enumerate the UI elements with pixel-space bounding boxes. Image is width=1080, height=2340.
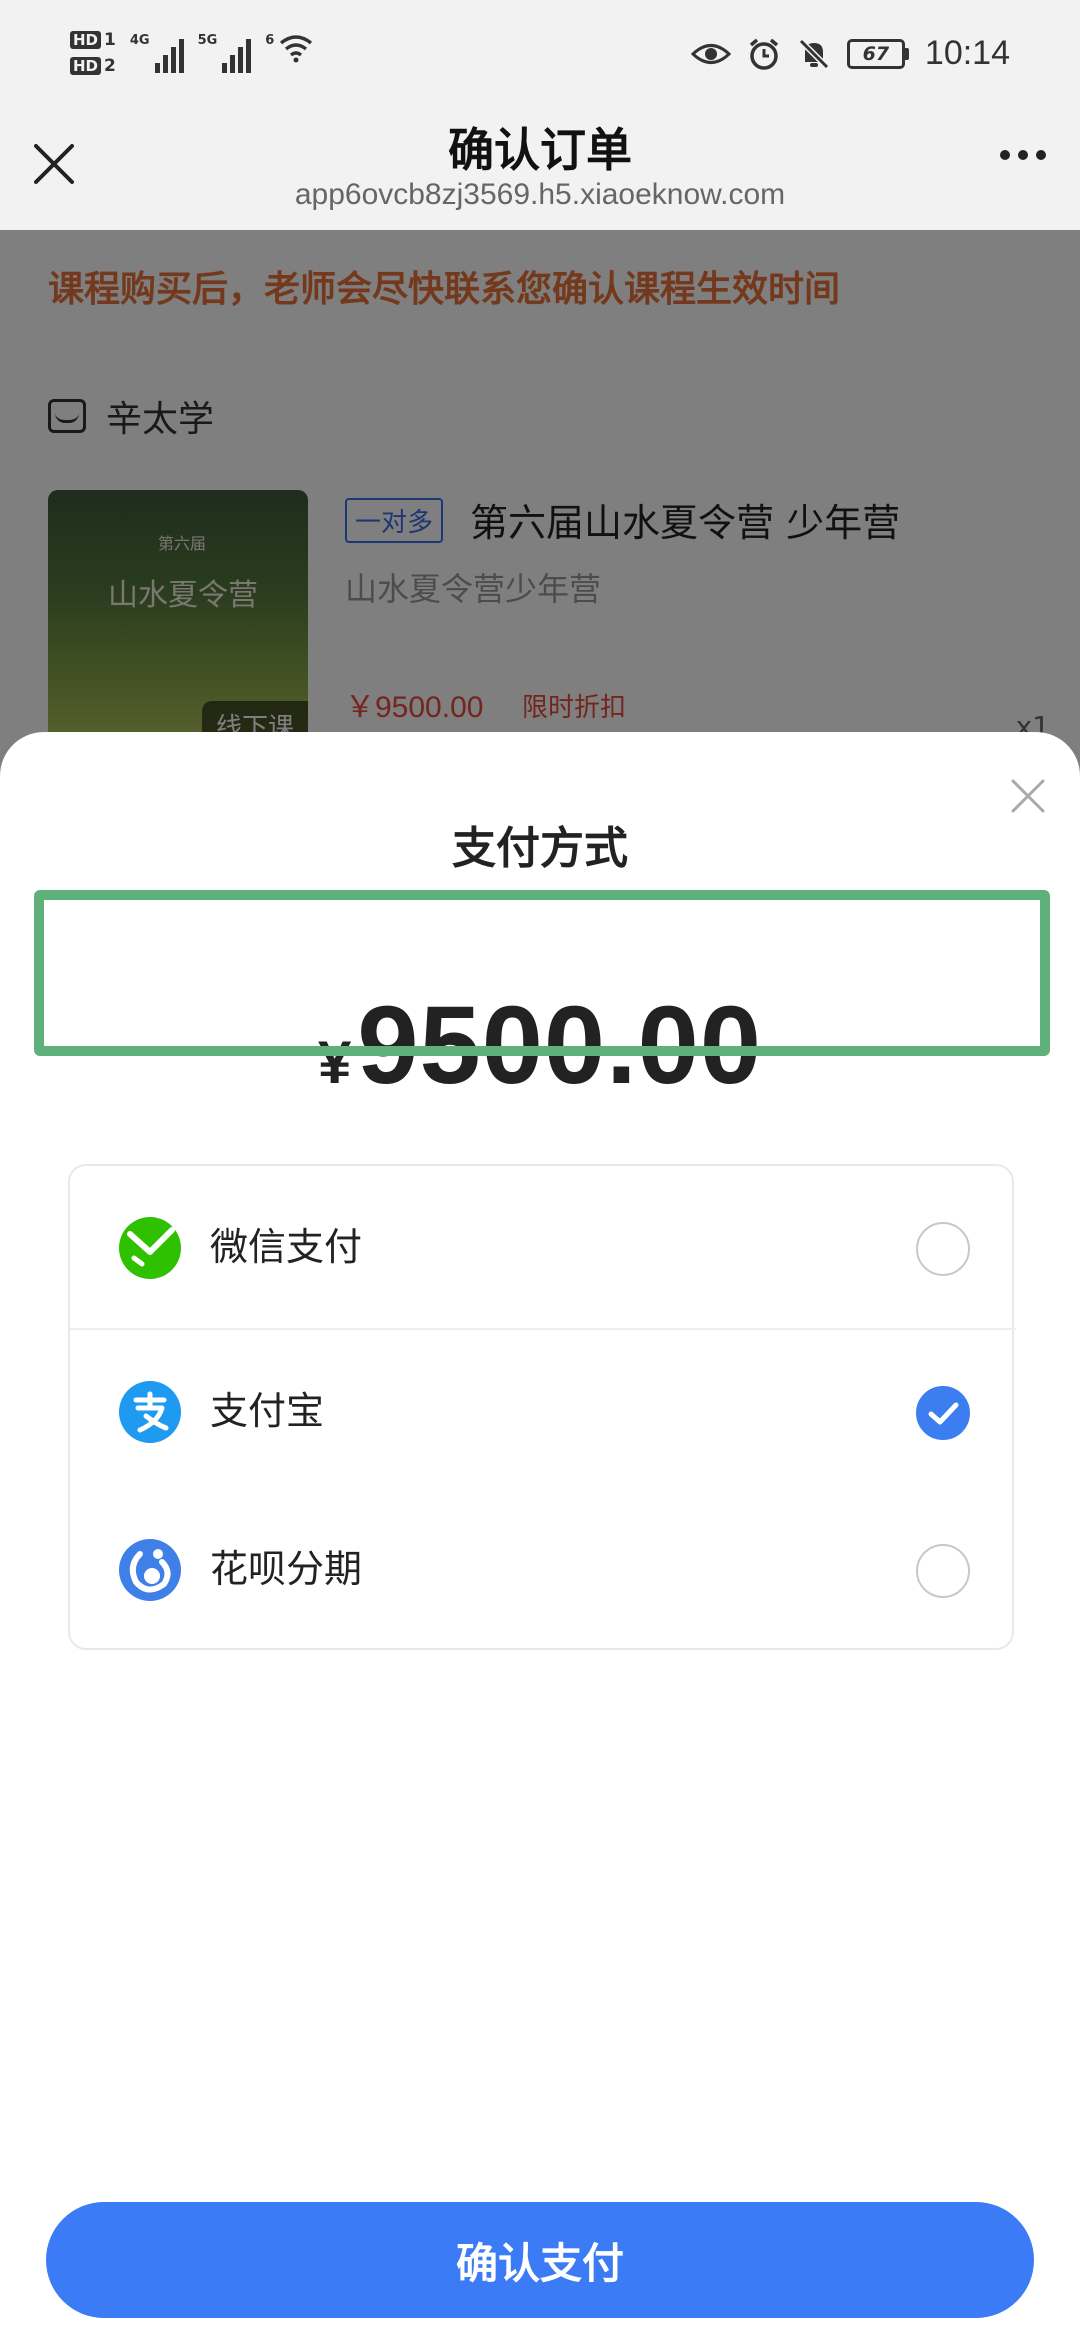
- wechat-pay-icon: [119, 1217, 181, 1279]
- page-url: app6ovcb8zj3569.h5.xiaoeknow.com: [294, 178, 786, 211]
- net2-label: 5G: [197, 33, 218, 48]
- radio-unchecked[interactable]: [916, 1544, 970, 1598]
- battery-level: 67: [846, 38, 905, 69]
- hd2-indicator: HD 2: [70, 56, 116, 76]
- selection-highlight: [34, 890, 1050, 1056]
- radio-unchecked[interactable]: [916, 1222, 970, 1276]
- hd1-num: 1: [104, 30, 116, 50]
- alipay-icon: [119, 1381, 181, 1443]
- sheet-close-icon[interactable]: [1010, 778, 1046, 814]
- alarm-icon: [749, 38, 779, 70]
- hd2-label: HD: [70, 57, 102, 75]
- net1-label: 4G: [129, 33, 150, 48]
- bell-off-icon: [798, 38, 830, 69]
- payment-method-label: 支付宝: [210, 1389, 325, 1433]
- signal-4g-icon: 4G: [130, 33, 184, 73]
- signal-5g-icon: 5G: [198, 33, 252, 73]
- status-bar: HD 1 HD 2 4G 5G 6 67 10:14: [0, 0, 1080, 120]
- huabei-icon: [119, 1539, 181, 1601]
- page-title: 确认订单: [448, 123, 632, 177]
- payment-method-label: 微信支付: [210, 1225, 363, 1269]
- hd1-indicator: HD 1: [70, 30, 116, 50]
- hd2-num: 2: [104, 56, 116, 76]
- eye-icon: [690, 43, 731, 64]
- wifi-num: 6: [265, 33, 275, 48]
- hd1-label: HD: [70, 31, 102, 49]
- clock: 10:14: [924, 34, 1010, 72]
- more-icon[interactable]: [1000, 150, 1046, 160]
- payment-method-huabei[interactable]: 花呗分期: [70, 1488, 1016, 1648]
- wifi-arcs-icon: [280, 35, 313, 63]
- status-right: 67 10:14: [690, 34, 1010, 73]
- payment-method-alipay[interactable]: 支付宝: [70, 1328, 1016, 1488]
- confirm-payment-button[interactable]: 确认支付: [46, 2202, 1034, 2318]
- sheet-title: 支付方式: [452, 823, 628, 874]
- payment-method-label: 花呗分期: [210, 1547, 363, 1591]
- payment-sheet: 支付方式 ¥ 9500.00 微信支付 支付宝 花呗分期 确认支付: [0, 732, 1080, 2340]
- payment-methods: 微信支付 支付宝 花呗分期: [68, 1164, 1016, 1650]
- check-icon: [928, 1402, 959, 1425]
- title-bar: 确认订单 app6ovcb8zj3569.h5.xiaoeknow.com: [0, 120, 1080, 230]
- hd-indicators: HD 1 HD 2: [70, 30, 116, 76]
- wifi-icon: 6: [265, 33, 313, 73]
- battery-icon: 67: [846, 38, 909, 69]
- radio-checked[interactable]: [916, 1386, 970, 1440]
- status-left: HD 1 HD 2 4G 5G 6: [70, 30, 313, 76]
- payment-method-wechat[interactable]: 微信支付: [70, 1166, 1016, 1326]
